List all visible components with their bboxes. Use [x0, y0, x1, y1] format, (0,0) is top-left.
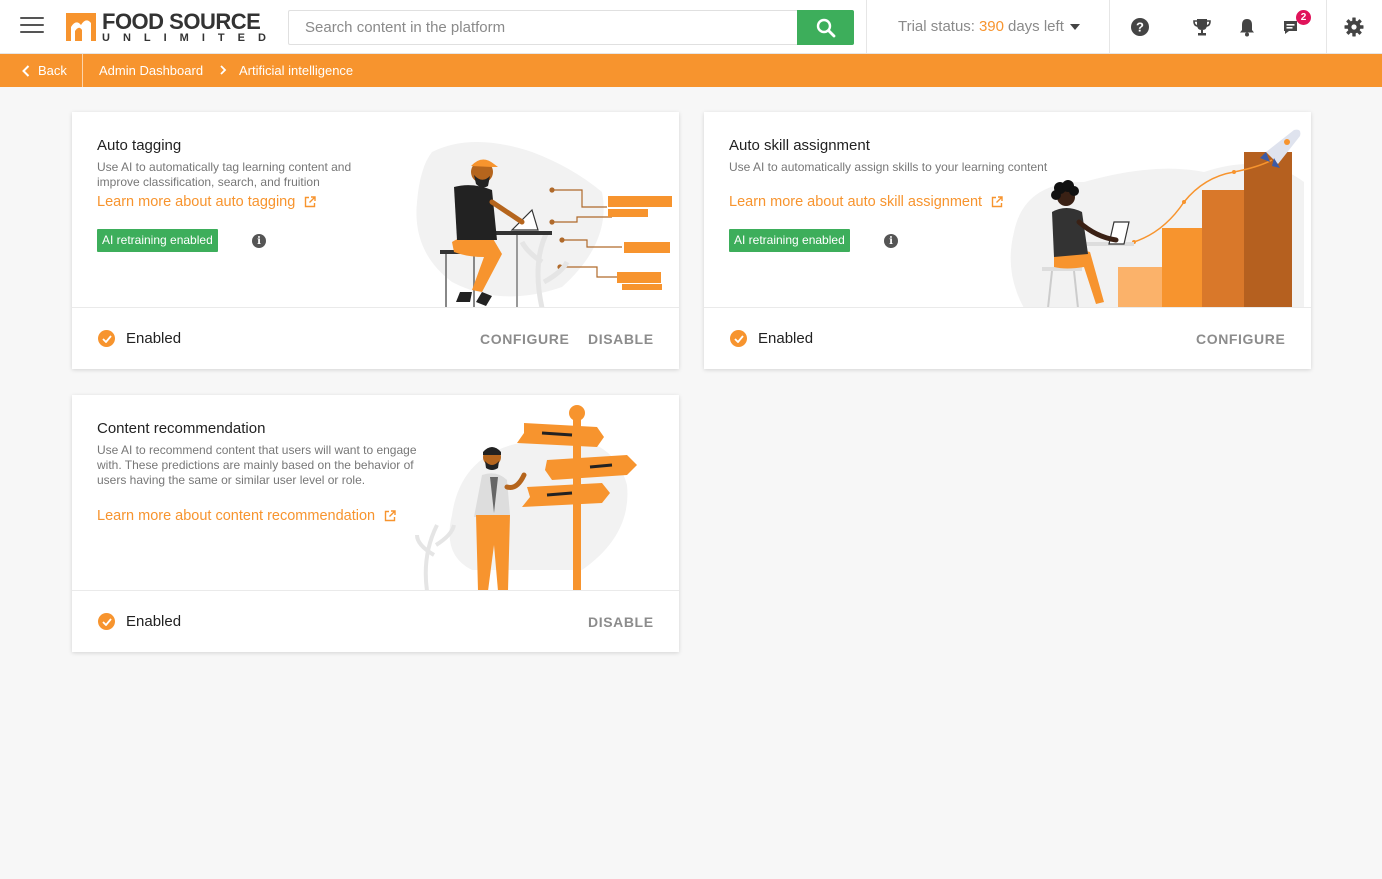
- content-recommendation-illustration: [415, 405, 637, 591]
- logo-subtitle: UNLIMITED: [102, 32, 279, 44]
- bell-icon[interactable]: [1235, 15, 1259, 39]
- disable-button[interactable]: DISABLE: [588, 331, 654, 347]
- learn-more-link[interactable]: Learn more about auto skill assignment: [729, 194, 1003, 210]
- learn-more-link[interactable]: Learn more about auto tagging: [97, 194, 317, 210]
- logo[interactable]: FOOD SOURCE UNLIMITED: [66, 10, 266, 46]
- configure-button[interactable]: CONFIGURE: [480, 331, 569, 347]
- card-content-recommendation: Content recommendation Use AI to recomme…: [72, 395, 679, 652]
- divider: [1326, 0, 1327, 54]
- logo-mark-icon: [66, 13, 96, 41]
- status-enabled: Enabled: [98, 330, 181, 347]
- check-circle-icon: [98, 613, 115, 630]
- status-label: Enabled: [126, 330, 182, 347]
- trophy-icon[interactable]: [1190, 15, 1214, 39]
- external-link-icon: [384, 510, 396, 522]
- status-enabled: Enabled: [730, 330, 813, 347]
- retraining-badge: AI retraining enabled: [729, 229, 850, 252]
- card-auto-skill-assignment: Auto skill assignment Use AI to automati…: [704, 112, 1311, 369]
- breadcrumb-admin-dashboard[interactable]: Admin Dashboard: [99, 63, 203, 78]
- search-input[interactable]: [288, 10, 797, 45]
- link-label: Learn more about auto skill assignment: [729, 194, 983, 210]
- link-label: Learn more about auto tagging: [97, 194, 296, 210]
- caret-down-icon: [1069, 23, 1080, 30]
- breadcrumb-current: Artificial intelligence: [239, 63, 354, 78]
- card-footer: Enabled CONFIGURE DISABLE: [72, 307, 679, 369]
- status-label: Enabled: [126, 613, 182, 630]
- auto-tagging-illustration: [416, 142, 672, 308]
- divider: [82, 54, 83, 87]
- card-title: Auto tagging: [97, 137, 182, 154]
- trial-suffix: days left: [1008, 18, 1064, 35]
- card-title: Auto skill assignment: [729, 137, 870, 154]
- check-circle-icon: [730, 330, 747, 347]
- chevron-left-icon: [22, 64, 30, 77]
- card-description: Use AI to automatically tag learning con…: [97, 160, 352, 189]
- search-button[interactable]: [797, 10, 854, 45]
- check-circle-icon: [98, 330, 115, 347]
- card-auto-tagging: Auto tagging Use AI to automatically tag…: [72, 112, 679, 369]
- disable-button[interactable]: DISABLE: [588, 614, 654, 630]
- status-label: Enabled: [758, 330, 814, 347]
- card-footer: Enabled DISABLE: [72, 590, 679, 652]
- back-label: Back: [38, 63, 67, 78]
- divider: [866, 0, 867, 54]
- back-button[interactable]: Back: [22, 63, 67, 78]
- breadcrumb: Back Admin Dashboard Artificial intellig…: [0, 54, 1382, 87]
- card-description: Use AI to automatically assign skills to…: [729, 160, 1048, 174]
- trial-prefix: Trial status:: [898, 18, 975, 35]
- status-enabled: Enabled: [98, 613, 181, 630]
- link-label: Learn more about content recommendation: [97, 508, 376, 524]
- external-link-icon: [991, 196, 1003, 208]
- trial-days: 390: [978, 18, 1004, 35]
- divider: [1109, 0, 1110, 54]
- top-bar: FOOD SOURCE UNLIMITED Trial status: 390 …: [0, 0, 1382, 54]
- card-description: Use AI to recommend content that users w…: [97, 443, 417, 487]
- auto-skill-illustration: [1010, 129, 1304, 308]
- card-footer: Enabled CONFIGURE: [704, 307, 1311, 369]
- trial-status[interactable]: Trial status: 390 days left: [898, 18, 1080, 35]
- menu-icon[interactable]: [20, 17, 44, 37]
- configure-button[interactable]: CONFIGURE: [1196, 331, 1285, 347]
- info-icon[interactable]: i: [884, 234, 898, 248]
- help-icon[interactable]: ?: [1128, 15, 1152, 39]
- svg-text:?: ?: [1136, 20, 1144, 35]
- learn-more-link[interactable]: Learn more about content recommendation: [97, 508, 396, 524]
- retraining-badge: AI retraining enabled: [97, 229, 218, 252]
- external-link-icon: [305, 196, 317, 208]
- search-icon: [816, 18, 835, 37]
- gear-icon[interactable]: [1342, 15, 1366, 39]
- card-title: Content recommendation: [97, 420, 266, 437]
- info-icon[interactable]: i: [252, 234, 266, 248]
- messages-badge: 2: [1296, 10, 1311, 25]
- logo-title: FOOD SOURCE: [102, 9, 261, 34]
- chevron-right-icon: [220, 65, 227, 75]
